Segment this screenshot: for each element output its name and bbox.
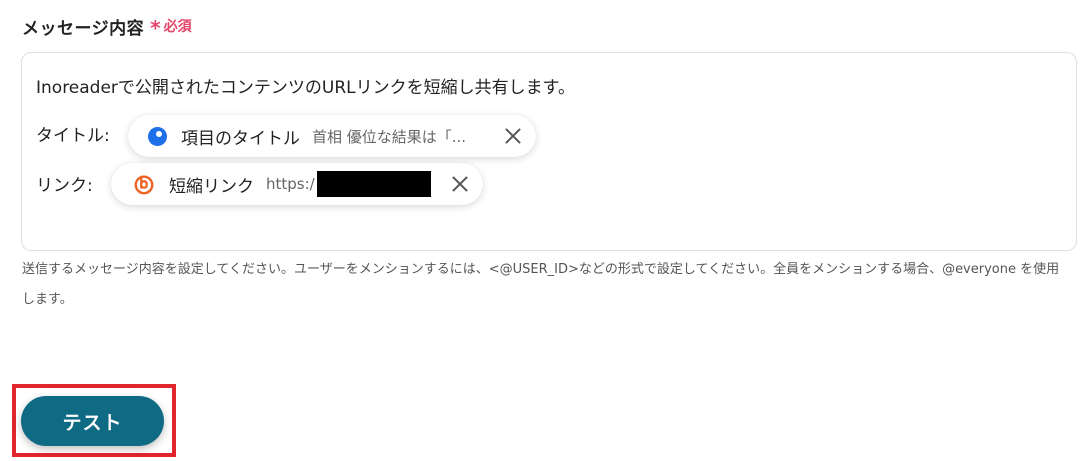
chip-name: 短縮リンク bbox=[169, 176, 254, 197]
message-textarea[interactable]: Inoreaderで公開されたコンテンツのURLリンクを短縮し共有します。 タイ… bbox=[21, 52, 1077, 251]
field-label-row: メッセージ内容 * 必須 bbox=[22, 12, 192, 40]
redacted-block bbox=[316, 171, 431, 197]
inoreader-dot-icon bbox=[148, 126, 167, 146]
test-button[interactable]: テスト bbox=[21, 396, 164, 446]
message-text: Inoreaderで公開されたコンテンツのURLリンクを短縮し共有します。 bbox=[36, 78, 575, 98]
chip-name: 項目のタイトル bbox=[181, 128, 300, 149]
link-variable-chip[interactable]: 短縮リンク https:/ bbox=[111, 163, 483, 205]
link-row-label: リンク: bbox=[36, 176, 93, 196]
chip-value: 首相 優位な結果は「... bbox=[312, 127, 467, 146]
title-variable-chip[interactable]: 項目のタイトル 首相 優位な結果は「... bbox=[128, 115, 536, 157]
close-icon[interactable] bbox=[451, 175, 469, 193]
close-icon[interactable] bbox=[504, 127, 522, 145]
field-label: メッセージ内容 bbox=[22, 18, 145, 39]
bitly-icon bbox=[134, 175, 154, 195]
required-asterisk: * bbox=[150, 16, 161, 40]
required-badge: 必須 bbox=[163, 19, 192, 35]
chip-value: https:/ bbox=[266, 175, 315, 193]
help-text: 送信するメッセージ内容を設定してください。ユーザーをメンションするには、<@US… bbox=[22, 262, 1060, 307]
title-row-label: タイトル: bbox=[36, 126, 110, 146]
